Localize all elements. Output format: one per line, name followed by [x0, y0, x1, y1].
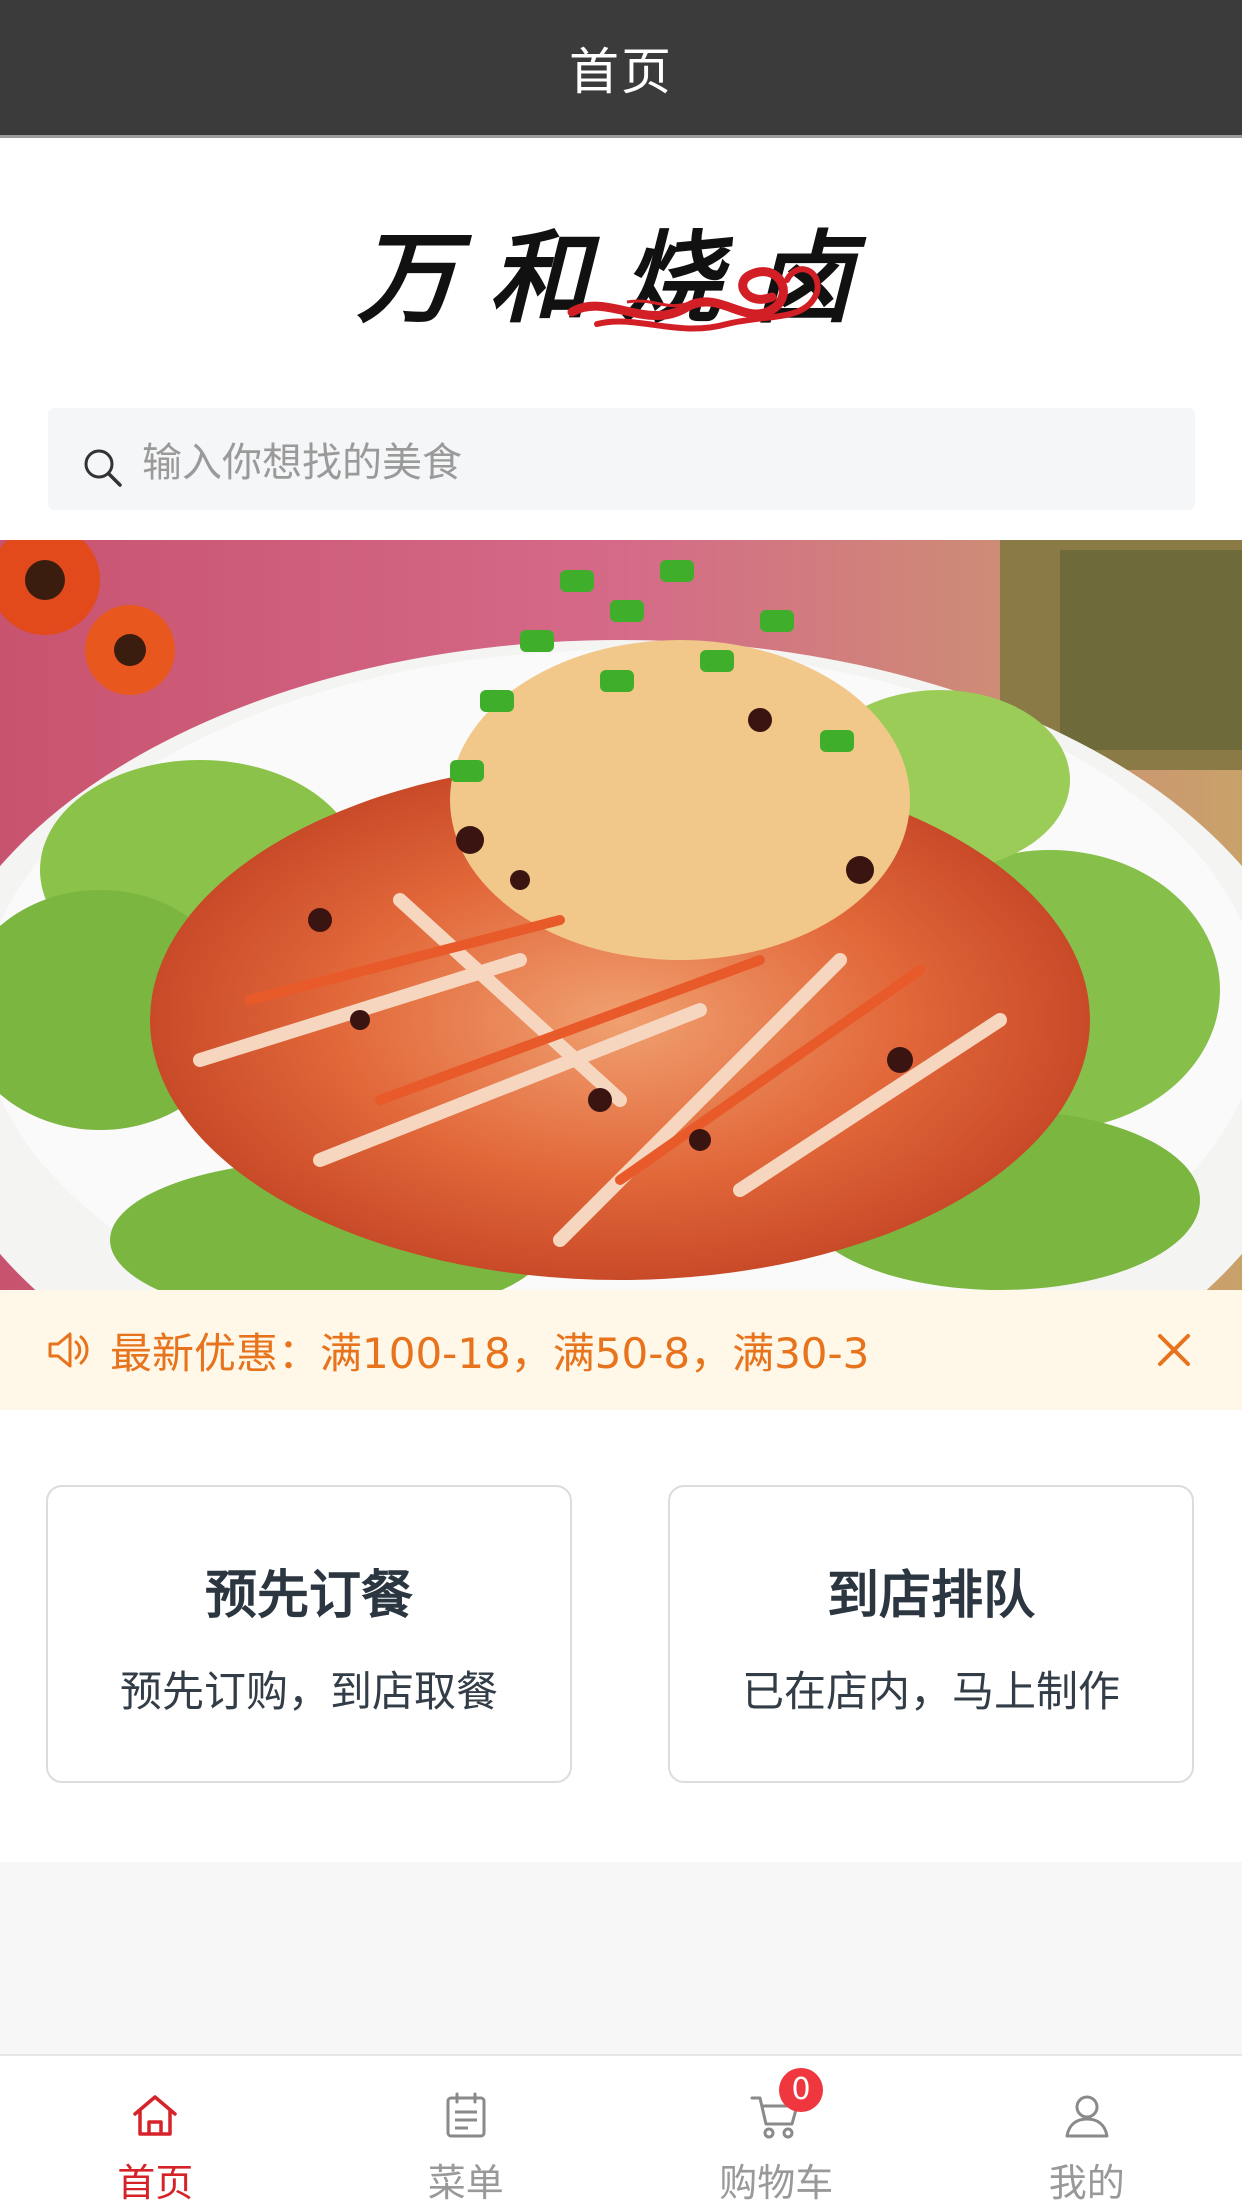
- tab-home-label: 首页: [117, 2152, 193, 2207]
- menu-icon: [438, 2088, 494, 2144]
- preorder-card[interactable]: 预先订餐 预先订购，到店取餐: [46, 1485, 572, 1783]
- tab-menu[interactable]: 菜单: [311, 2056, 622, 2210]
- order-options: 预先订餐 预先订购，到店取餐 到店排队 已在店内，马上制作: [0, 1410, 1242, 1860]
- cart-count-badge: 0: [779, 2068, 823, 2112]
- tab-profile-label: 我的: [1049, 2152, 1125, 2207]
- top-navbar: 首页: [0, 0, 1242, 138]
- home-icon: [127, 2088, 183, 2144]
- shredded-chicken-dish-image: [0, 540, 1242, 1290]
- food-banner-image[interactable]: [0, 540, 1242, 1290]
- empty-content-area: [0, 1862, 1242, 2054]
- speaker-icon: [44, 1326, 92, 1374]
- brand-logo: 万和烧卤: [0, 138, 1242, 400]
- queue-subtitle: 已在店内，马上制作: [670, 1658, 1192, 1719]
- tab-cart[interactable]: 0 购物车: [621, 2056, 932, 2210]
- promo-notice-bar: 最新优惠：满100-18，满50-8，满30-3: [0, 1290, 1242, 1410]
- logo-swirl-icon: [567, 252, 827, 342]
- tab-menu-label: 菜单: [428, 2152, 504, 2207]
- promo-notice-text: 最新优惠：满100-18，满50-8，满30-3: [110, 1320, 869, 1381]
- close-icon[interactable]: [1154, 1330, 1194, 1370]
- queue-card[interactable]: 到店排队 已在店内，马上制作: [668, 1485, 1194, 1783]
- page-title: 首页: [569, 32, 673, 104]
- user-icon: [1059, 2088, 1115, 2144]
- search-icon: [80, 445, 126, 491]
- preorder-subtitle: 预先订购，到店取餐: [48, 1658, 570, 1719]
- search-input[interactable]: 输入你想找的美食: [142, 430, 462, 488]
- preorder-title: 预先订餐: [48, 1553, 570, 1628]
- tab-profile[interactable]: 我的: [932, 2056, 1242, 2210]
- tab-cart-label: 购物车: [719, 2152, 833, 2207]
- search-bar[interactable]: 输入你想找的美食: [48, 408, 1195, 510]
- brand-logo-text: 万和烧卤: [357, 197, 885, 342]
- queue-title: 到店排队: [670, 1553, 1192, 1628]
- bottom-tabbar: 首页 菜单 0 购物车 我的: [0, 2054, 1242, 2210]
- tab-home[interactable]: 首页: [0, 2056, 311, 2210]
